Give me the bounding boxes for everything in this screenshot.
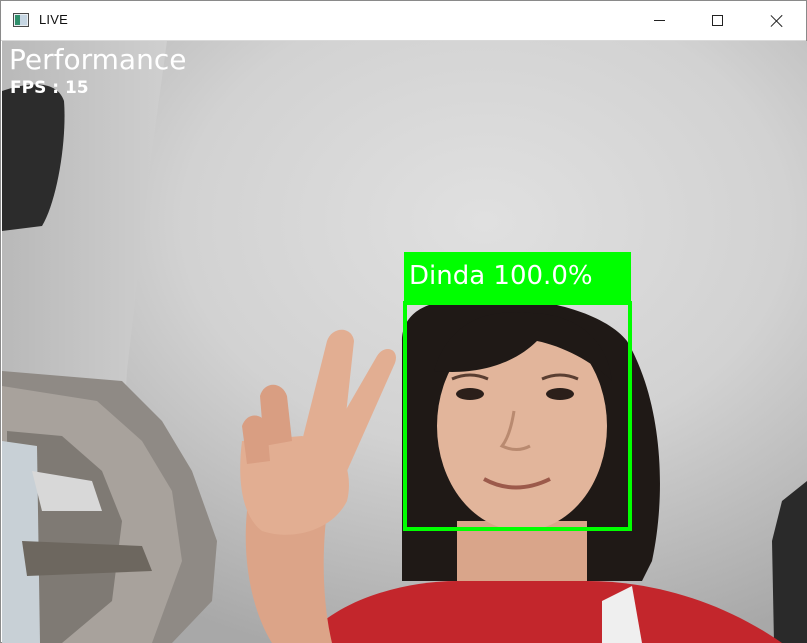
face-label-text: Dinda 100.0% (409, 261, 593, 291)
maximize-icon (712, 15, 723, 26)
minimize-button[interactable] (630, 1, 688, 40)
face-bounding-box (403, 301, 632, 531)
fps-readout: FPS : 15 (10, 78, 89, 98)
camera-feed: Performance FPS : 15 Dinda 100.0% (2, 41, 807, 643)
app-window-icon (13, 13, 29, 27)
maximize-button[interactable] (688, 1, 746, 40)
window-title: LIVE (39, 12, 68, 27)
title-bar[interactable]: LIVE (1, 1, 806, 41)
close-icon (770, 14, 784, 28)
face-label-badge: Dinda 100.0% (404, 252, 631, 302)
close-button[interactable] (748, 1, 806, 40)
minimize-icon (654, 20, 665, 21)
live-window: LIVE Performance FPS: 15 Dinda 100.0% (0, 0, 807, 643)
performance-heading: Performance (9, 43, 187, 76)
